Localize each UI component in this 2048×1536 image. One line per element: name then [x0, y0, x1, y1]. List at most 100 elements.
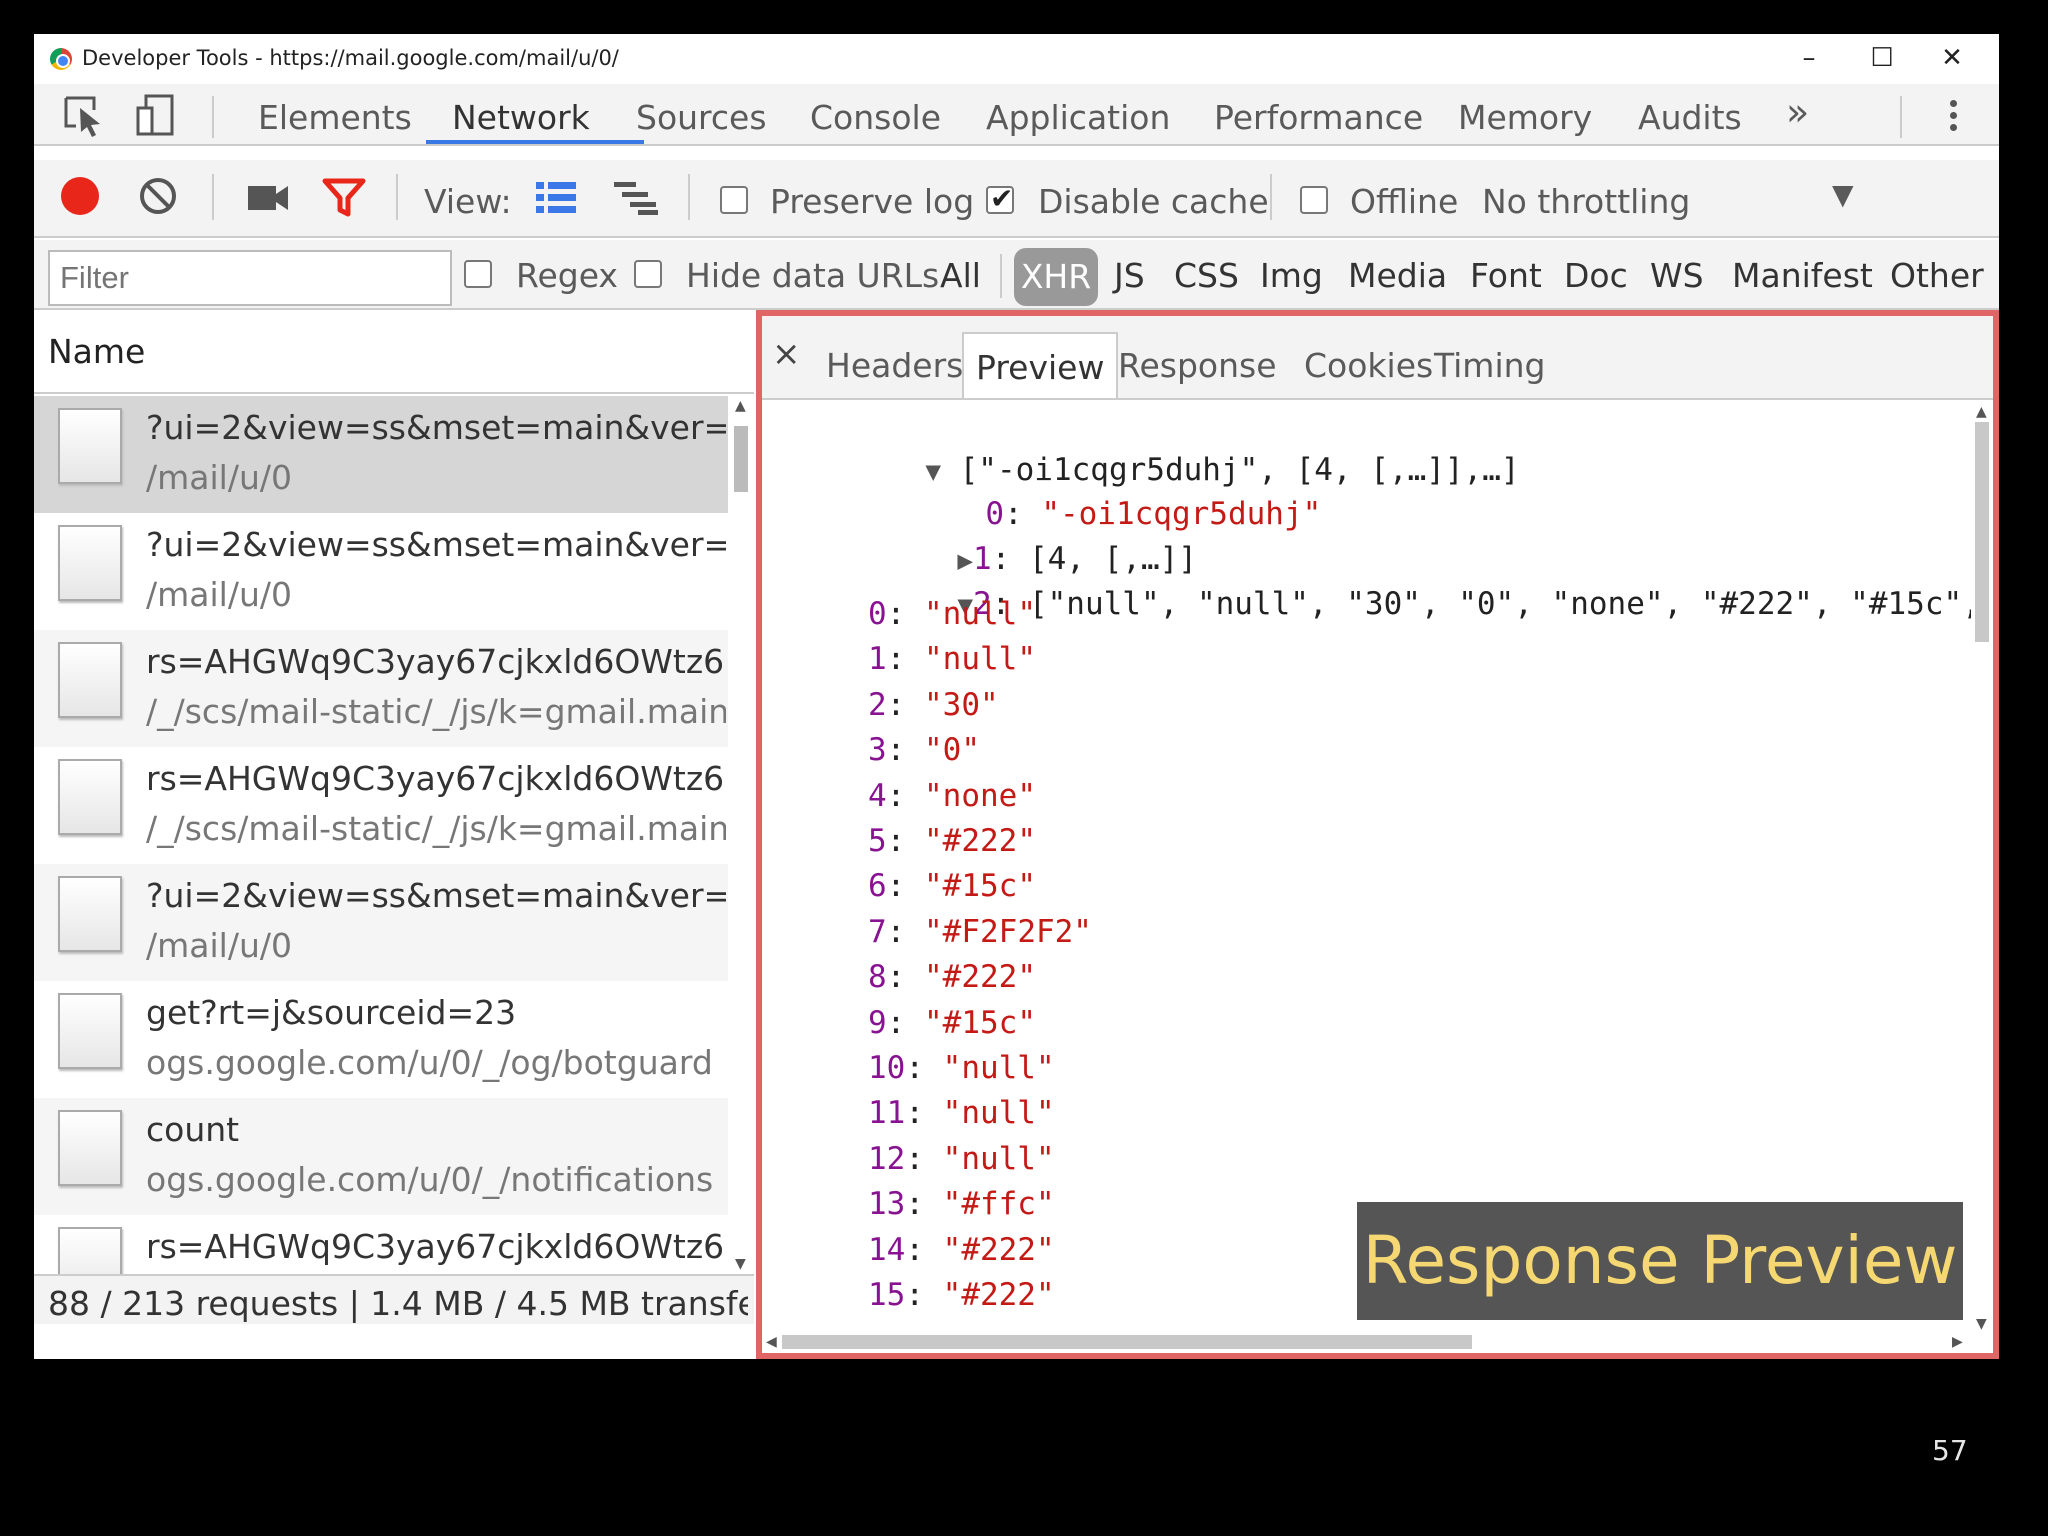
record-icon[interactable]	[58, 174, 106, 218]
regex-checkbox[interactable]	[464, 260, 492, 288]
json-key: 1	[868, 641, 887, 678]
filter-type-ws[interactable]: WS	[1650, 256, 1704, 295]
scroll-down-arrow-icon[interactable]: ▼	[735, 1256, 746, 1272]
json-item-row: 9: "#15c"	[868, 1004, 1036, 1041]
tab-preview[interactable]: Preview	[962, 332, 1119, 398]
filter-type-all[interactable]: All	[940, 256, 981, 295]
preview-vertical-scrollbar[interactable]: ▲ ▼	[1971, 402, 1993, 1340]
request-name: ?ui=2&view=ss&mset=main&ver=s3...	[146, 525, 726, 564]
filter-type-doc[interactable]: Doc	[1564, 256, 1628, 295]
json-value: "#222"	[942, 1231, 1055, 1268]
filter-type-manifest[interactable]: Manifest	[1732, 256, 1873, 295]
request-path: /mail/u/0	[146, 926, 292, 965]
filter-type-xhr[interactable]: XHR	[1014, 248, 1098, 306]
request-list-scrollbar[interactable]: ▲ ▼	[730, 396, 752, 1282]
json-key: 7	[868, 913, 887, 950]
filter-type-js[interactable]: JS	[1114, 256, 1145, 295]
disable-cache-label: Disable cache	[1038, 182, 1269, 221]
preview-horizontal-scrollbar[interactable]: ◀ ▶	[762, 1331, 1972, 1353]
scroll-left-arrow-icon[interactable]: ◀	[766, 1334, 777, 1350]
tab-application[interactable]: Application	[986, 98, 1170, 137]
divider	[1270, 174, 1272, 220]
inspect-element-icon[interactable]	[60, 94, 108, 138]
request-row[interactable]: ?ui=2&view=ss&mset=main&ver=s3... /mail/…	[34, 513, 728, 630]
offline-checkbox[interactable]	[1300, 186, 1328, 214]
request-row[interactable]: rs=AHGWq9C3yay67cjkxld6OWtz6Mf... /_/scs…	[34, 747, 728, 864]
tab-headers[interactable]: Headers	[814, 332, 975, 398]
request-row[interactable]: rs=AHGWq9C3yay67cjkxld6OWtz6Mf...	[34, 1215, 728, 1282]
request-row[interactable]: get?rt=j&sourceid=23 ogs.google.com/u/0/…	[34, 981, 728, 1098]
document-icon	[58, 525, 122, 601]
request-name: rs=AHGWq9C3yay67cjkxld6OWtz6Mf...	[146, 1227, 726, 1266]
filter-icon[interactable]	[322, 178, 370, 222]
name-column-label: Name	[48, 332, 146, 371]
json-value: "#15c"	[924, 868, 1036, 905]
chrome-logo-icon	[50, 48, 72, 70]
request-path: /mail/u/0	[146, 458, 292, 497]
json-item-row: 3: "0"	[868, 732, 980, 769]
json-item-row: 2: "30"	[868, 686, 999, 723]
preserve-log-label: Preserve log	[770, 182, 975, 221]
scrollbar-thumb[interactable]	[782, 1335, 1472, 1349]
scrollbar-thumb[interactable]	[1975, 422, 1989, 642]
tab-network[interactable]: Network	[452, 98, 590, 137]
scroll-down-arrow-icon[interactable]: ▼	[1976, 1316, 1987, 1332]
divider	[1000, 254, 1002, 298]
minimize-button[interactable]: –	[1779, 38, 1839, 78]
json-value: "#222"	[924, 823, 1036, 859]
filter-input[interactable]	[48, 250, 452, 306]
name-column-header[interactable]: Name	[34, 312, 754, 394]
json-preview: ▼ ["-oi1cqgr5duhj", [4, [,…]],…] 0: "-oi…	[762, 402, 1972, 1332]
filter-type-other[interactable]: Other	[1890, 256, 1984, 295]
json-item-row: 8: "#222"	[868, 959, 1036, 996]
more-tabs-chevron-icon[interactable]: »	[1786, 90, 1809, 134]
tab-performance[interactable]: Performance	[1214, 98, 1423, 137]
more-options-icon[interactable]	[1946, 96, 1960, 140]
divider	[396, 174, 398, 220]
request-row[interactable]: rs=AHGWq9C3yay67cjkxld6OWtz6Mf... /_/scs…	[34, 630, 728, 747]
filter-type-font[interactable]: Font	[1470, 256, 1542, 295]
title-bar: Developer Tools - https://mail.google.co…	[34, 34, 1999, 84]
clear-icon[interactable]	[138, 176, 186, 220]
json-item-row: 12: "null"	[868, 1140, 1055, 1177]
disable-cache-checkbox[interactable]	[986, 182, 1014, 215]
tab-sources[interactable]: Sources	[636, 98, 767, 137]
document-icon	[58, 642, 122, 718]
tab-console[interactable]: Console	[810, 98, 941, 137]
scrollbar-thumb[interactable]	[734, 426, 748, 492]
waterfall-overview-icon[interactable]	[612, 178, 660, 222]
filter-type-img[interactable]: Img	[1260, 256, 1323, 295]
json-item-row: 6: "#15c"	[868, 868, 1036, 905]
tab-memory[interactable]: Memory	[1458, 98, 1592, 137]
scroll-right-arrow-icon[interactable]: ▶	[1952, 1334, 1963, 1350]
close-detail-icon[interactable]: ×	[772, 334, 801, 374]
json-item-row: 10: "null"	[868, 1050, 1055, 1086]
tab-response[interactable]: Response	[1106, 332, 1289, 398]
request-path: ogs.google.com/u/0/_/notifications	[146, 1160, 714, 1199]
request-name: rs=AHGWq9C3yay67cjkxld6OWtz6Mf...	[146, 642, 726, 681]
request-row[interactable]: count ogs.google.com/u/0/_/notifications	[34, 1098, 728, 1215]
request-row[interactable]: ?ui=2&view=ss&mset=main&ver=-oi1cqgr5duh…	[34, 396, 728, 513]
json-item-row: 11: "null"	[868, 1095, 1055, 1132]
close-window-button[interactable]: ✕	[1922, 38, 1982, 78]
divider	[1900, 96, 1902, 138]
hide-data-urls-checkbox[interactable]	[634, 260, 662, 288]
scroll-up-arrow-icon[interactable]: ▲	[735, 398, 746, 414]
capture-screenshots-icon[interactable]	[246, 180, 294, 224]
regex-label: Regex	[516, 256, 618, 295]
throttling-dropdown-arrow-icon[interactable]: ▼	[1832, 178, 1854, 211]
json-key: 13	[868, 1186, 906, 1223]
request-path: /_/scs/mail-static/_/js/k=gmail.main.e..…	[146, 809, 726, 848]
scroll-up-arrow-icon[interactable]: ▲	[1976, 404, 1987, 420]
throttling-select[interactable]: No throttling	[1482, 182, 1690, 221]
filter-type-css[interactable]: CSS	[1174, 256, 1239, 295]
maximize-button[interactable]: ☐	[1852, 38, 1912, 78]
tab-audits[interactable]: Audits	[1638, 98, 1742, 137]
device-toolbar-icon[interactable]	[132, 94, 180, 138]
large-rows-icon[interactable]	[534, 178, 582, 222]
tab-elements[interactable]: Elements	[258, 98, 412, 137]
tab-timing[interactable]: Timing	[1422, 332, 1558, 398]
filter-type-media[interactable]: Media	[1348, 256, 1447, 295]
request-row[interactable]: ?ui=2&view=ss&mset=main&ver=16... /mail/…	[34, 864, 728, 981]
preserve-log-checkbox[interactable]	[720, 186, 748, 214]
